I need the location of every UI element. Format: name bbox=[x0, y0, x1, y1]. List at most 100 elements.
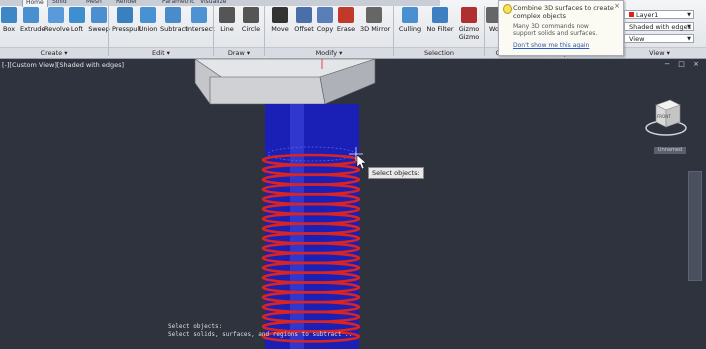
chevron-down-icon: ▼ bbox=[687, 24, 691, 30]
viewcube[interactable]: FRONT bbox=[644, 95, 688, 139]
extrude-tool-label: Extrude bbox=[20, 25, 46, 33]
copy-tool[interactable]: Copy bbox=[316, 7, 334, 33]
subtract-tool[interactable]: Subtract bbox=[160, 7, 188, 33]
bolt-head-facet bbox=[209, 76, 326, 105]
select-objects-tooltip: Select objects: bbox=[368, 167, 424, 179]
gizmo-icon bbox=[461, 7, 477, 23]
offset-tool-label: Offset bbox=[294, 25, 314, 33]
tab-render[interactable]: Render bbox=[116, 0, 137, 6]
ucs-menu[interactable]: Unnamed bbox=[654, 147, 686, 154]
line-tool[interactable]: Line bbox=[218, 7, 236, 33]
tooltip-link[interactable]: Don't show me this again bbox=[513, 42, 589, 49]
no-filter-tool-label: No Filter bbox=[426, 25, 454, 33]
tab-mesh[interactable]: Mesh bbox=[86, 0, 102, 6]
offset-icon bbox=[296, 7, 312, 23]
command-history-line: Select objects: bbox=[168, 323, 223, 330]
revolve-icon bbox=[48, 7, 64, 23]
copy-tool-label: Copy bbox=[316, 25, 334, 33]
subtract-tool-label: Subtract bbox=[160, 25, 188, 33]
gizmo-tool[interactable]: Gizmo Gizmo bbox=[456, 7, 482, 41]
line-tool-label: Line bbox=[220, 25, 234, 33]
revolve-tool-label: Revolve bbox=[44, 25, 70, 33]
group-selection-label: Selection bbox=[394, 47, 484, 58]
command-prompt-line[interactable]: Select solids, surfaces, and regions to … bbox=[168, 331, 368, 339]
visual-style-value: Shaded with edges bbox=[629, 23, 692, 31]
3d-mirror-icon bbox=[366, 7, 382, 23]
tab-solid[interactable]: Solid bbox=[52, 0, 67, 6]
loft-tool[interactable]: Loft bbox=[68, 7, 86, 33]
erase-tool-label: Erase bbox=[336, 25, 356, 33]
no-filter-icon bbox=[432, 7, 448, 23]
box-tool[interactable]: Box bbox=[0, 7, 18, 33]
tab-home[interactable]: Home bbox=[22, 0, 48, 7]
loft-tool-label: Loft bbox=[70, 25, 84, 33]
union-tool[interactable]: Union bbox=[138, 7, 158, 33]
viewcube-label: FRONT bbox=[657, 114, 671, 119]
copy-icon bbox=[317, 7, 333, 23]
line-icon bbox=[219, 7, 235, 23]
erase-tool[interactable]: Erase bbox=[336, 7, 356, 33]
move-icon bbox=[272, 7, 288, 23]
circle-icon bbox=[243, 7, 259, 23]
union-icon bbox=[140, 7, 156, 23]
culling-tool[interactable]: Culling bbox=[398, 7, 422, 33]
subtract-icon bbox=[165, 7, 181, 23]
layer-name: Layer1 bbox=[636, 11, 659, 19]
bolt-model[interactable] bbox=[0, 59, 706, 349]
sweep-tool-label: Sweep bbox=[88, 25, 110, 33]
layer-color-swatch bbox=[629, 12, 634, 17]
divider bbox=[264, 6, 265, 56]
circle-tool-label: Circle bbox=[241, 25, 261, 33]
culling-tool-label: Culling bbox=[398, 25, 422, 33]
layer-dropdown[interactable]: Layer1 ▼ bbox=[624, 10, 694, 19]
extrude-tool[interactable]: Extrude bbox=[20, 7, 46, 33]
group-modify-label[interactable]: Modify ▾ bbox=[265, 47, 393, 58]
3d-mirror-tool-label: 3D Mirror bbox=[360, 25, 391, 33]
tooltip-subtitle: complex objects bbox=[513, 12, 567, 20]
intersect-tool[interactable]: Intersect bbox=[186, 7, 215, 33]
group-view-label[interactable]: View ▾ bbox=[613, 47, 706, 58]
group-create-label[interactable]: Create ▾ bbox=[0, 47, 108, 58]
chevron-down-icon: ▼ bbox=[687, 12, 691, 18]
divider bbox=[108, 6, 109, 56]
visual-style-dropdown[interactable]: Shaded with edges ▼ bbox=[624, 22, 694, 31]
feature-tooltip: × Combine 3D surfaces to create complex … bbox=[498, 0, 624, 56]
group-edit-label[interactable]: Edit ▾ bbox=[109, 47, 213, 58]
loft-icon bbox=[69, 7, 85, 23]
3d-mirror-tool[interactable]: 3D Mirror bbox=[360, 7, 391, 33]
offset-tool[interactable]: Offset bbox=[294, 7, 314, 33]
tab-parametric[interactable]: Parametric bbox=[162, 0, 195, 6]
circle-tool[interactable]: Circle bbox=[240, 7, 262, 33]
culling-icon bbox=[402, 7, 418, 23]
presspull-tool[interactable]: Presspull bbox=[112, 7, 141, 33]
view-value: View bbox=[629, 35, 645, 43]
tooltip-title: Combine 3D surfaces to create bbox=[513, 4, 614, 12]
close-icon[interactable]: × bbox=[614, 2, 620, 10]
group-draw-label[interactable]: Draw ▾ bbox=[214, 47, 264, 58]
ribbon: Home Solid Mesh Render Parametric Visualize B… bbox=[0, 0, 706, 59]
gizmo-tool-label: Gizmo bbox=[458, 25, 480, 33]
gizmo-second-line: Gizmo bbox=[458, 33, 480, 41]
intersect-icon bbox=[191, 7, 207, 23]
revolve-tool[interactable]: Revolve bbox=[44, 7, 70, 33]
presspull-icon bbox=[117, 7, 133, 23]
drawing-viewport[interactable]: [-][Custom View][Shaded with edges] − □ … bbox=[0, 59, 706, 349]
divider bbox=[393, 6, 394, 56]
command-line[interactable]: Select objects: Select solids, surfaces,… bbox=[168, 323, 368, 339]
union-tool-label: Union bbox=[138, 25, 158, 33]
move-tool[interactable]: Move bbox=[270, 7, 290, 33]
move-tool-label: Move bbox=[271, 25, 289, 33]
sweep-icon bbox=[91, 7, 107, 23]
chevron-down-icon: ▼ bbox=[687, 36, 691, 42]
sweep-tool[interactable]: Sweep bbox=[88, 7, 110, 33]
extrude-icon bbox=[23, 7, 39, 23]
no-filter-tool[interactable]: No Filter bbox=[426, 7, 454, 33]
navigation-bar[interactable] bbox=[688, 171, 702, 281]
view-dropdown[interactable]: View ▼ bbox=[624, 34, 694, 43]
box-tool-label: Box bbox=[2, 25, 16, 33]
divider bbox=[484, 6, 485, 56]
presspull-tool-label: Presspull bbox=[112, 25, 141, 33]
divider bbox=[213, 6, 214, 56]
intersect-tool-label: Intersect bbox=[186, 25, 215, 33]
box-icon bbox=[1, 7, 17, 23]
